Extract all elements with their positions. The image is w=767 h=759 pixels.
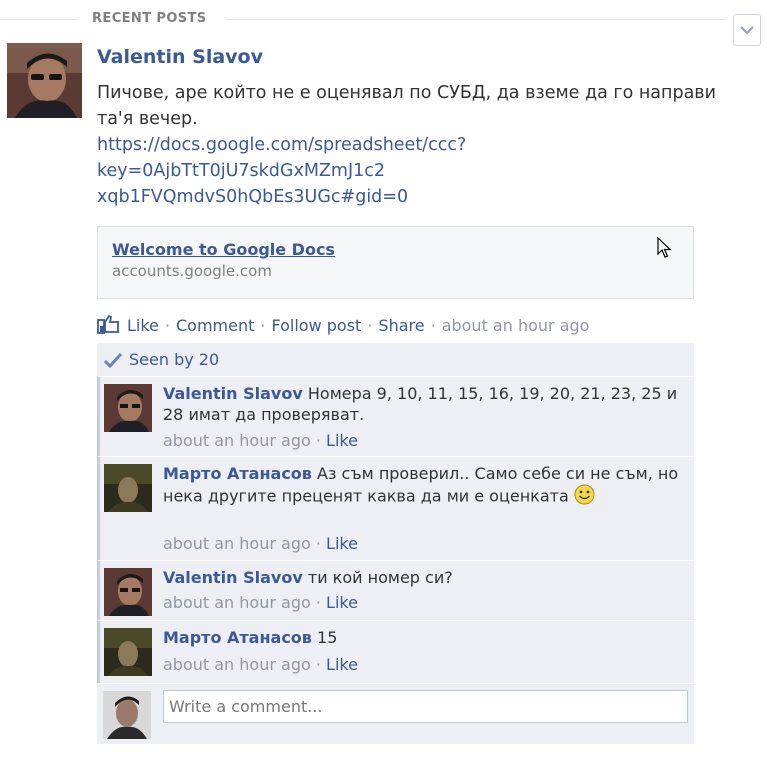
avatar xyxy=(103,691,151,739)
section-title: RECENT POSTS xyxy=(92,11,207,26)
comment-text: ти кой номер си? xyxy=(307,568,453,587)
comment-author[interactable]: Марто Атанасов xyxy=(163,628,312,647)
avatar[interactable] xyxy=(104,464,152,512)
comment-meta: about an hour ago · Like xyxy=(163,655,358,674)
comment-meta: about an hour ago · Like xyxy=(163,534,358,553)
separator: · xyxy=(315,593,327,612)
seen-by-row[interactable]: Seen by 20 xyxy=(97,343,694,376)
comment-meta: about an hour ago · Like xyxy=(163,593,358,612)
link-preview[interactable]: Welcome to Google Docs accounts.google.c… xyxy=(97,226,694,299)
checkmark-icon xyxy=(104,352,122,368)
seen-by-count: Seen by 20 xyxy=(129,350,220,369)
comment-body: Марто Атанасов Аз съм проверил.. Само се… xyxy=(163,463,683,510)
comment-author[interactable]: Valentin Slavov xyxy=(163,384,303,403)
comment-item: Valentin Slavov ти кой номер си? about a… xyxy=(97,560,694,620)
mouse-cursor-icon xyxy=(657,237,671,258)
link-preview-domain: accounts.google.com xyxy=(112,262,272,280)
comment-link[interactable]: Comment xyxy=(176,316,254,335)
separator: · xyxy=(315,655,327,674)
comment-like-link[interactable]: Like xyxy=(326,655,358,674)
comment-like-link[interactable]: Like xyxy=(326,534,358,553)
comment-text: 15 xyxy=(317,628,338,647)
comment-item: Марто Атанасов Аз съм проверил.. Само се… xyxy=(97,456,694,560)
like-link[interactable]: Like xyxy=(127,316,159,335)
comment-meta: about an hour ago · Like xyxy=(163,431,358,450)
comment-body: Valentin Slavov ти кой номер си? xyxy=(163,567,683,588)
comment-timestamp[interactable]: about an hour ago xyxy=(163,534,311,553)
separator: · xyxy=(260,315,266,335)
comment-body: Марто Атанасов 15 xyxy=(163,627,683,648)
post-link[interactable]: https://docs.google.com/spreadsheet/ccc?… xyxy=(97,132,697,210)
comment-input[interactable] xyxy=(163,690,688,723)
post-message: Пичове, аре който не е оценявал по СУБД,… xyxy=(97,83,716,129)
post-timestamp[interactable]: about an hour ago xyxy=(442,316,590,335)
avatar[interactable] xyxy=(104,628,152,676)
comment-item: Valentin Slavov Номера 9, 10, 11, 15, 16… xyxy=(97,376,694,456)
avatar[interactable] xyxy=(104,384,152,432)
post-link-line: xqb1FVQmdvS0hQbEs3UGc#gid=0 xyxy=(97,187,409,207)
comment-author[interactable]: Марто Атанасов xyxy=(163,464,312,483)
like-icon xyxy=(97,314,121,336)
post-options-button[interactable] xyxy=(733,14,761,46)
post-author[interactable]: Valentin Slavov xyxy=(97,46,263,68)
comment-composer xyxy=(97,683,694,744)
comment-body: Valentin Slavov Номера 9, 10, 11, 15, 16… xyxy=(163,383,683,425)
avatar[interactable] xyxy=(7,43,82,118)
separator: · xyxy=(367,315,373,335)
post-link-line: key=0AjbTtT0jU7skdGxMZmJ1c2 xyxy=(97,161,386,181)
separator: · xyxy=(315,431,327,450)
comment-timestamp[interactable]: about an hour ago xyxy=(163,593,311,612)
follow-post-link[interactable]: Follow post xyxy=(271,316,361,335)
comment-timestamp[interactable]: about an hour ago xyxy=(163,431,311,450)
section-header: RECENT POSTS xyxy=(0,0,767,40)
divider xyxy=(0,19,78,20)
comment-timestamp[interactable]: about an hour ago xyxy=(163,655,311,674)
post-action-bar: Like · Comment · Follow post · Share · a… xyxy=(97,314,589,336)
separator: · xyxy=(430,315,436,335)
share-link[interactable]: Share xyxy=(378,316,424,335)
separator: · xyxy=(315,534,327,553)
divider xyxy=(226,19,726,20)
avatar[interactable] xyxy=(104,568,152,616)
comments-panel: Seen by 20 Valentin Slavov Номера 9, 10,… xyxy=(97,343,694,744)
chevron-down-icon xyxy=(740,26,754,35)
separator: · xyxy=(164,315,170,335)
post-link-line: https://docs.google.com/spreadsheet/ccc? xyxy=(97,135,467,155)
comment-like-link[interactable]: Like xyxy=(326,431,358,450)
link-preview-title[interactable]: Welcome to Google Docs xyxy=(112,240,335,259)
smiley-icon xyxy=(574,484,595,510)
comment-like-link[interactable]: Like xyxy=(326,593,358,612)
comment-item: Марто Атанасов 15 about an hour ago · Li… xyxy=(97,620,694,683)
comment-author[interactable]: Valentin Slavov xyxy=(163,568,303,587)
